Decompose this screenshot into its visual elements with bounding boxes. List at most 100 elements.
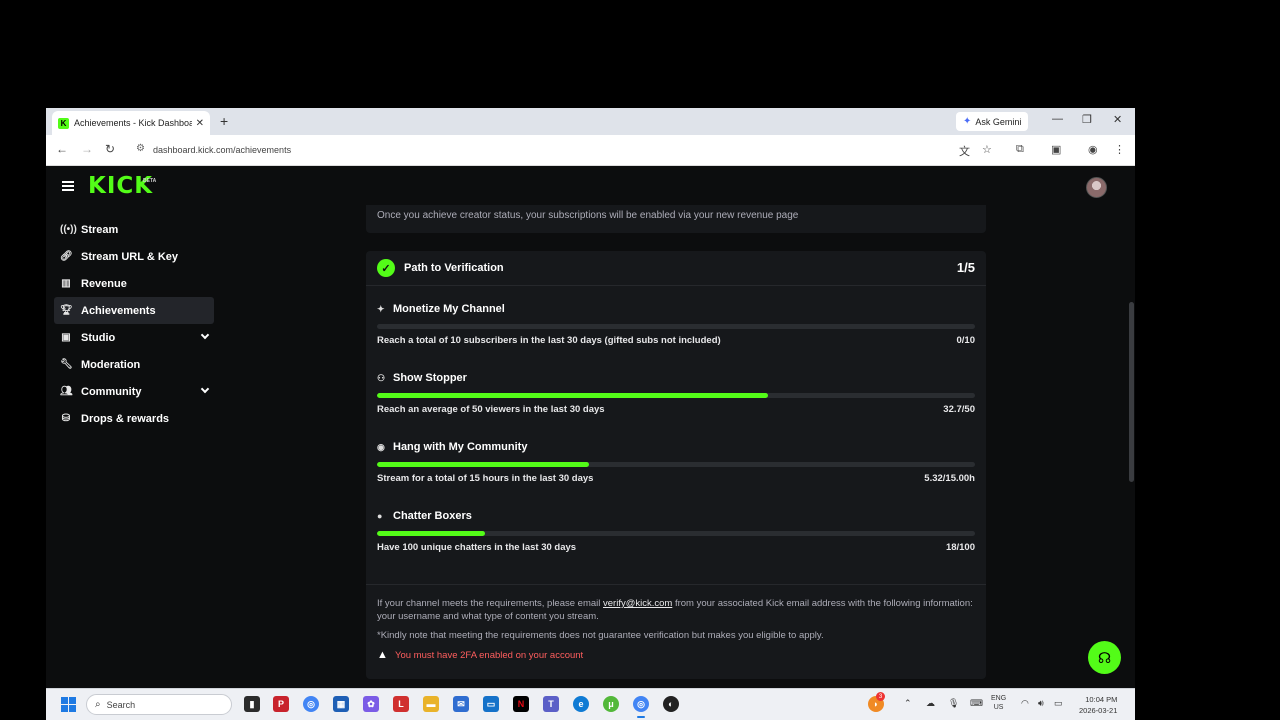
- volume-icon[interactable]: 🔊︎: [1038, 698, 1044, 709]
- menu-dots-icon[interactable]: ⋮: [1114, 143, 1125, 156]
- system-clock[interactable]: 10:04 PM 2026-03-21: [1079, 694, 1117, 716]
- achievement-value: 5.32/15.00h: [924, 473, 975, 484]
- sidebar-item-label: Stream: [81, 223, 119, 236]
- battery-icon[interactable]: ▭: [1054, 698, 1063, 709]
- tray-app-icon[interactable]: ☁: [926, 698, 935, 709]
- achievement-description: Stream for a total of 15 hours in the la…: [377, 473, 594, 484]
- bookmark-star-icon[interactable]: ☆: [982, 143, 992, 156]
- verify-email-link[interactable]: verify@kick.com: [603, 598, 672, 609]
- kick-favicon-icon: K: [58, 117, 69, 129]
- hamburger-menu-icon[interactable]: [62, 181, 74, 191]
- teams-icon[interactable]: T: [543, 696, 559, 712]
- progress-fill: [377, 393, 769, 398]
- extensions-icon[interactable]: ⧉: [1016, 143, 1024, 156]
- support-chat-button[interactable]: ☊: [1088, 641, 1121, 674]
- main-content: Once you achieve creator status, your su…: [366, 166, 986, 688]
- sidebar-item-revenue[interactable]: ▥ Revenue: [54, 270, 214, 297]
- tab-achievements[interactable]: K Achievements - Kick Dashboard ✕: [52, 111, 210, 135]
- restore-icon[interactable]: ❐: [1082, 113, 1092, 126]
- chrome-icon[interactable]: ◎: [303, 696, 319, 712]
- sidebar-item-moderation[interactable]: 🔧︎ Moderation: [54, 351, 214, 378]
- ask-gemini-button[interactable]: ✦ Ask Gemini: [956, 112, 1029, 131]
- language-code: ENG: [991, 695, 1007, 702]
- sidebar-item-stream[interactable]: ((•)) Stream: [54, 216, 214, 243]
- achievement-header: ● Chatter Boxers: [377, 510, 472, 522]
- studio-icon: ▣: [61, 332, 71, 343]
- wifi-icon[interactable]: ◠: [1021, 698, 1029, 709]
- minimize-icon[interactable]: —: [1052, 113, 1063, 125]
- back-icon[interactable]: ←: [56, 142, 68, 156]
- torrent-app-icon[interactable]: μ: [603, 696, 619, 712]
- broadcast-icon: ((•)): [60, 224, 77, 235]
- windows-start-icon[interactable]: [61, 697, 76, 712]
- region-code: US: [993, 704, 1004, 711]
- sidepanel-icon[interactable]: ▣: [1051, 143, 1061, 156]
- achievement-value: 0/10: [956, 335, 976, 346]
- chevron-down-icon[interactable]: [200, 384, 210, 394]
- achievement-monetize: ✦ Monetize My Channel Reach a total of 1…: [377, 303, 975, 365]
- achievement-description: Reach an average of 50 viewers in the la…: [377, 404, 605, 415]
- monitor-app-icon[interactable]: ▭: [483, 696, 499, 712]
- chevron-down-icon[interactable]: [200, 330, 210, 340]
- avatar[interactable]: [1086, 177, 1107, 198]
- mail-icon[interactable]: ✉: [453, 696, 469, 712]
- netflix-icon[interactable]: N: [513, 696, 529, 712]
- obs-icon[interactable]: ◐: [663, 696, 679, 712]
- eligibility-note: *Kindly note that meeting the requiremen…: [377, 630, 824, 641]
- verification-instructions: If your channel meets the requirements, …: [377, 597, 977, 623]
- twofa-warning: ▲ You must have 2FA enabled on your acco…: [377, 650, 583, 662]
- lark-app-icon[interactable]: L: [393, 696, 409, 712]
- search-placeholder: Search: [106, 699, 136, 710]
- url-text[interactable]: dashboard.kick.com/achievements: [153, 145, 291, 155]
- headset-icon: ☊: [1097, 649, 1112, 667]
- sidebar-item-studio[interactable]: ▣ Studio: [54, 324, 214, 351]
- tab-close-icon[interactable]: ✕: [196, 118, 204, 129]
- scrollbar[interactable]: [1129, 302, 1134, 482]
- tab-bar: K Achievements - Kick Dashboard ✕ + ✦ As…: [46, 108, 1135, 135]
- address-bar: ← → ↻ ⚙ dashboard.kick.com/achievements …: [46, 135, 1135, 166]
- clock-time: 10:04 PM: [1085, 695, 1118, 704]
- sidebar-item-achievements[interactable]: 🏆︎ Achievements: [54, 297, 214, 324]
- verified-check-icon: ✓: [377, 259, 395, 277]
- window-close-icon[interactable]: ✕: [1113, 113, 1122, 126]
- sidebar-item-community[interactable]: 👥︎ Community: [54, 378, 214, 405]
- chrome-active-icon[interactable]: ◎: [633, 696, 649, 718]
- taskbar-search[interactable]: ⌕ Search: [86, 694, 232, 715]
- kick-logo[interactable]: KICK: [88, 173, 153, 199]
- store-icon[interactable]: ▦: [333, 696, 349, 712]
- sidebar-item-label: Studio: [81, 331, 116, 344]
- sidebar-item-label: Stream URL & Key: [81, 250, 178, 263]
- task-view-icon[interactable]: ▮: [244, 696, 260, 712]
- new-tab-button[interactable]: +: [220, 113, 228, 129]
- sidebar: ((•)) Stream 🔗︎ Stream URL & Key ▥ Reven…: [54, 216, 214, 432]
- sidebar-item-stream-url-key[interactable]: 🔗︎ Stream URL & Key: [54, 243, 214, 270]
- achievement-header: ⚇ Show Stopper: [377, 372, 467, 384]
- progress-fill: [377, 531, 485, 536]
- reload-icon[interactable]: ↻: [105, 142, 115, 156]
- copilot-icon[interactable]: ✿: [363, 696, 379, 712]
- profile-icon[interactable]: ◉: [1088, 143, 1098, 156]
- notification-badge: 3: [876, 692, 885, 701]
- file-explorer-icon[interactable]: ▬: [423, 696, 439, 712]
- translate-icon[interactable]: ⽂: [959, 143, 970, 159]
- keyboard-icon[interactable]: ⌨: [970, 698, 983, 709]
- language-indicator[interactable]: ENG US: [991, 694, 1006, 712]
- pdf-app-icon[interactable]: P: [273, 696, 289, 712]
- microphone-icon[interactable]: 🎙︎: [948, 698, 959, 709]
- search-icon: ⌕: [95, 699, 101, 710]
- achievement-chatter-boxers: ● Chatter Boxers Have 100 unique chatter…: [377, 510, 975, 572]
- forward-icon[interactable]: →: [81, 142, 93, 156]
- chevron-up-icon[interactable]: ⌃: [904, 698, 912, 709]
- creator-status-text: Once you achieve creator status, your su…: [377, 210, 799, 221]
- sidebar-item-label: Community: [81, 385, 142, 398]
- clock-date: 2026-03-21: [1079, 706, 1118, 715]
- edge-icon[interactable]: e: [573, 696, 589, 712]
- achievement-title: Hang with My Community: [393, 441, 528, 453]
- screen: K Achievements - Kick Dashboard ✕ + ✦ As…: [0, 0, 1280, 720]
- verification-card: ✓ Path to Verification 1/5 ✦ Monetize My…: [366, 251, 986, 679]
- chart-icon: ▥: [61, 278, 71, 289]
- sidebar-item-drops-rewards[interactable]: ⛁ Drops & rewards: [54, 405, 214, 432]
- site-info-icon[interactable]: ⚙: [136, 143, 145, 154]
- verification-header: ✓ Path to Verification 1/5: [366, 251, 986, 286]
- sidebar-item-label: Revenue: [81, 277, 127, 290]
